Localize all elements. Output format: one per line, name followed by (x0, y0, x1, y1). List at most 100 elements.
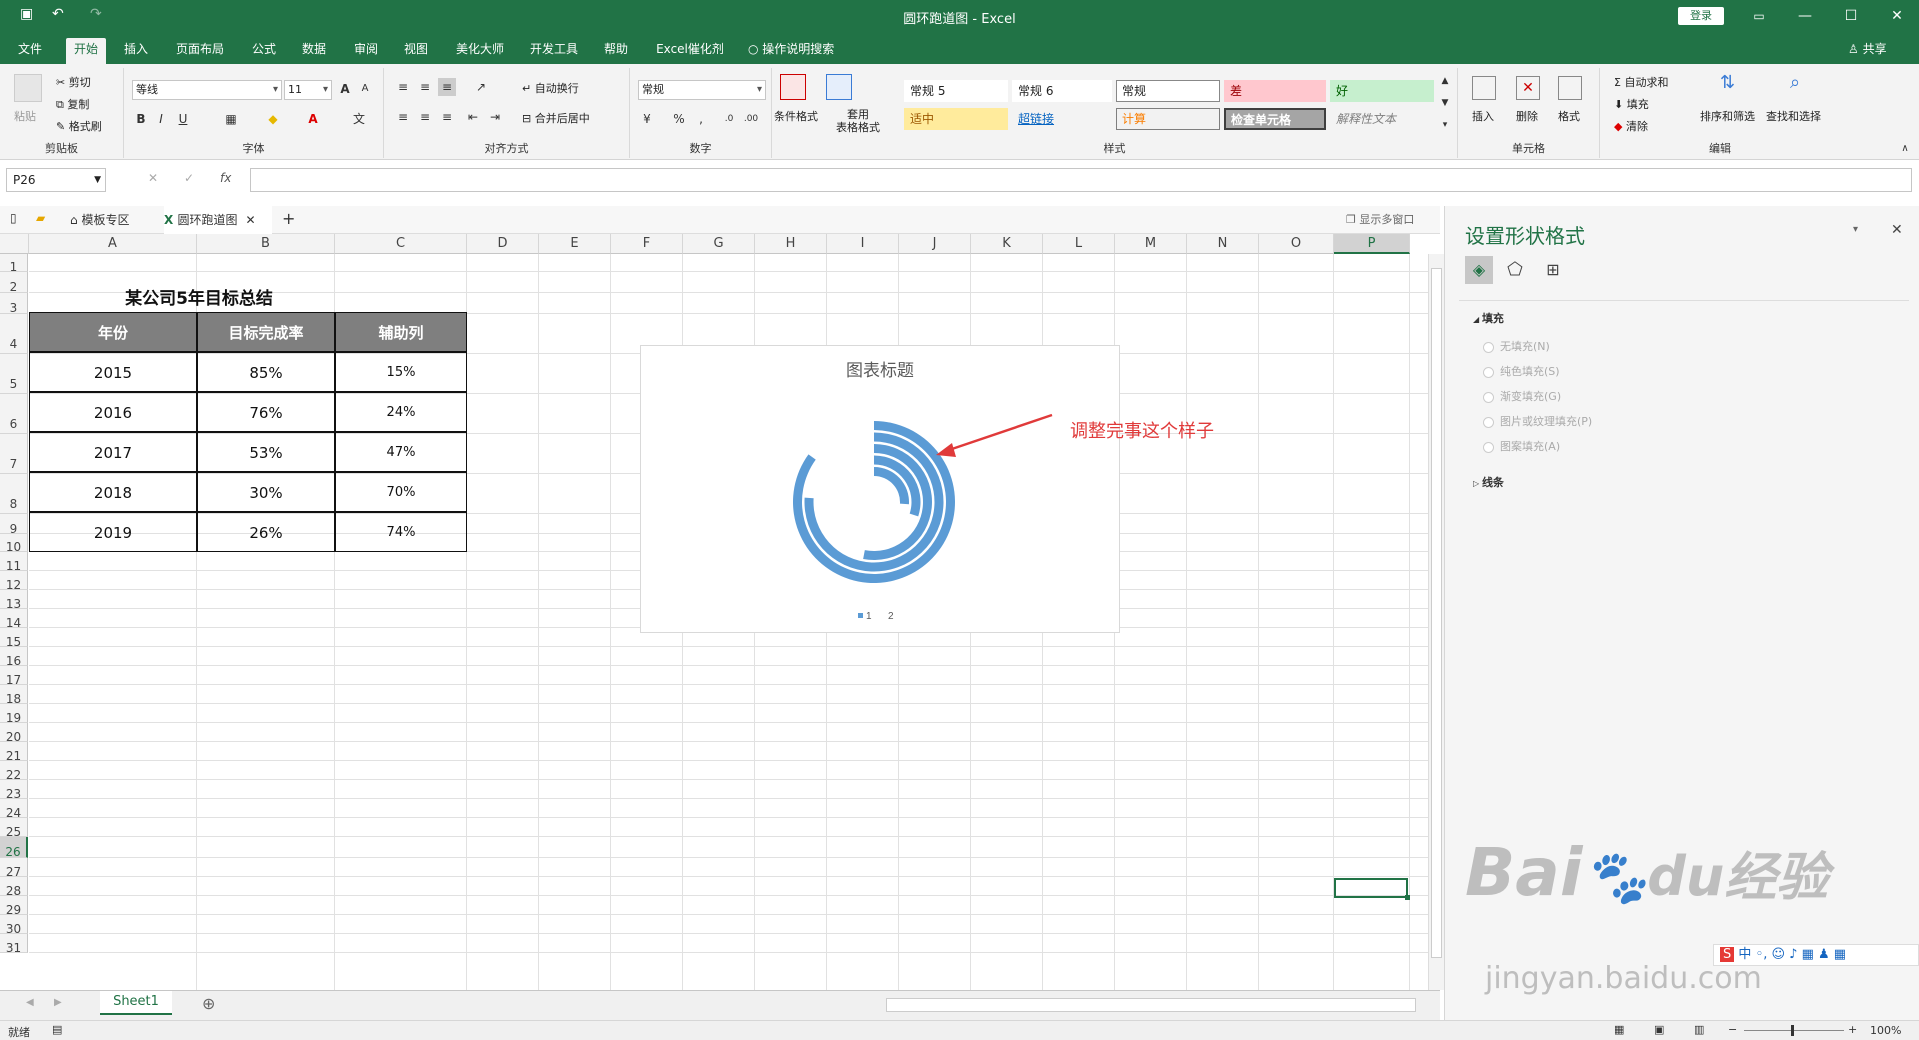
row-header-21[interactable]: 21 (0, 742, 28, 763)
align-center-icon[interactable]: ≡ (416, 108, 434, 126)
minimize-button[interactable]: — (1790, 4, 1820, 28)
scroll-thumb[interactable] (1431, 268, 1442, 958)
row-header-11[interactable]: 11 (0, 552, 28, 573)
table-cell[interactable]: 47% (335, 432, 467, 472)
indent-decrease-icon[interactable]: ⇤ (464, 108, 482, 126)
table-format-button[interactable]: 套用 表格格式 (836, 108, 880, 134)
align-right-icon[interactable]: ≡ (438, 108, 456, 126)
column-header-d[interactable]: D (467, 234, 539, 254)
underline-button[interactable]: U (174, 110, 192, 128)
row-header-22[interactable]: 22 (0, 761, 28, 782)
table-cell[interactable]: 2019 (29, 512, 197, 552)
row-header-18[interactable]: 18 (0, 685, 28, 706)
table-cell[interactable]: 2018 (29, 472, 197, 512)
zoom-slider[interactable] (1744, 1030, 1844, 1031)
column-header-l[interactable]: L (1043, 234, 1115, 254)
style-normal-5[interactable]: 常规 5 (904, 80, 1008, 102)
tab-file[interactable]: 文件 (12, 38, 48, 64)
table-cell[interactable]: 70% (335, 472, 467, 512)
fill-option-pattern[interactable]: 图案填充(A) (1483, 438, 1560, 454)
row-header-31[interactable]: 31 (0, 934, 28, 955)
ring-arc[interactable] (804, 432, 944, 572)
zoom-out-icon[interactable]: − (1728, 1023, 1737, 1036)
style-neutral[interactable]: 适中 (904, 108, 1008, 130)
conditional-format-icon[interactable] (780, 74, 806, 100)
page-break-view-icon[interactable]: ▥ (1694, 1023, 1704, 1036)
normal-view-icon[interactable]: ▦ (1614, 1023, 1624, 1036)
column-header-e[interactable]: E (539, 234, 611, 254)
copy-button[interactable]: ⧉ 复制 (56, 96, 89, 112)
align-left-icon[interactable]: ≡ (394, 108, 412, 126)
select-all-corner[interactable] (0, 234, 29, 254)
tab-home[interactable]: 开始 (66, 38, 106, 64)
column-header-n[interactable]: N (1187, 234, 1259, 254)
find-icon[interactable]: ⌕ (1790, 72, 1800, 93)
doughnut-chart[interactable]: 图表标题 12 (640, 345, 1120, 633)
zoom-in-icon[interactable]: + (1848, 1023, 1857, 1036)
row-header-28[interactable]: 28 (0, 877, 28, 898)
collapse-ribbon-icon[interactable]: ∧ (1896, 140, 1914, 158)
tab-page-layout[interactable]: 页面布局 (170, 38, 230, 64)
clear-button[interactable]: ◆ 清除 (1614, 118, 1648, 134)
row-header-4[interactable]: 4 (0, 314, 28, 354)
insert-icon[interactable] (1472, 76, 1496, 100)
row-header-5[interactable]: 5 (0, 354, 28, 394)
row-header-27[interactable]: 27 (0, 858, 28, 879)
column-header-k[interactable]: K (971, 234, 1043, 254)
fill-line-icon[interactable]: ◈ (1465, 256, 1493, 284)
tab-data[interactable]: 数据 (296, 38, 332, 64)
style-check-cell[interactable]: 检查单元格 (1224, 108, 1326, 130)
horizontal-scrollbar[interactable] (886, 998, 1416, 1012)
close-tab-icon[interactable]: ✕ (245, 213, 255, 227)
autosum-button[interactable]: Σ 自动求和 (1614, 74, 1668, 90)
style-explanatory[interactable]: 解释性文本 (1330, 108, 1434, 130)
row-header-26[interactable]: 26 (0, 837, 28, 859)
fill-option-none[interactable]: 无填充(N) (1483, 338, 1550, 354)
style-good[interactable]: 好 (1330, 80, 1434, 102)
bold-button[interactable]: B (132, 110, 150, 128)
multi-window-button[interactable]: ❐ 显示多窗口 (1346, 211, 1414, 227)
row-header-12[interactable]: 12 (0, 571, 28, 592)
table-cell[interactable]: 26% (197, 512, 335, 552)
line-section[interactable]: ▷ 线条 (1473, 474, 1504, 490)
cut-button[interactable]: ✂ 剪切 (56, 74, 91, 90)
table-title[interactable]: 某公司5年目标总结 (29, 283, 369, 315)
row-header-1[interactable]: 1 (0, 254, 28, 274)
format-painter-button[interactable]: ✎ 格式刷 (56, 118, 102, 134)
row-header-29[interactable]: 29 (0, 896, 28, 917)
doc-tab-template[interactable]: ⌂ 模板专区 (70, 211, 129, 228)
tab-developer[interactable]: 开发工具 (524, 38, 584, 64)
row-header-30[interactable]: 30 (0, 915, 28, 936)
table-cell[interactable]: 2015 (29, 352, 197, 392)
tab-excel-catalyst[interactable]: Excel催化剂 (650, 38, 730, 64)
table-header-cell[interactable]: 年份 (29, 312, 197, 352)
row-header-9[interactable]: 9 (0, 514, 28, 536)
tab-formulas[interactable]: 公式 (246, 38, 282, 64)
zoom-slider-thumb[interactable] (1791, 1025, 1794, 1036)
column-header-i[interactable]: I (827, 234, 899, 254)
currency-icon[interactable]: ¥ (638, 110, 656, 128)
border-icon[interactable]: ▦ (222, 110, 240, 128)
table-cell[interactable]: 76% (197, 392, 335, 432)
doc-tab-workbook[interactable]: X 圆环跑道图 ✕ (164, 206, 272, 234)
ime-toolbar[interactable]: S 中 ◦, ☺ ♪ ▦ ♟ ▦ (1713, 944, 1919, 966)
font-color-icon[interactable]: A (304, 110, 322, 128)
fill-option-picture[interactable]: 图片或纹理填充(P) (1483, 413, 1592, 429)
expand-styles-icon[interactable]: ▾ (1436, 116, 1454, 134)
style-normal[interactable]: 常规 (1116, 80, 1220, 102)
table-cell[interactable]: 53% (197, 432, 335, 472)
tell-me-search[interactable]: ○ 操作说明搜索 (748, 38, 852, 64)
row-header-3[interactable]: 3 (0, 293, 28, 315)
zoom-level[interactable]: 100% (1870, 1024, 1901, 1037)
font-name-select[interactable]: 等线 ▾ (132, 80, 282, 100)
table-cell[interactable]: 30% (197, 472, 335, 512)
row-header-14[interactable]: 14 (0, 609, 28, 630)
restore-button[interactable]: ☐ (1836, 4, 1866, 28)
delete-button[interactable]: 删除 (1516, 108, 1538, 124)
number-format-select[interactable]: 常规 ▾ (638, 80, 766, 100)
row-header-2[interactable]: 2 (0, 272, 28, 294)
fill-handle[interactable] (1405, 895, 1410, 900)
fill-section[interactable]: ◢ 填充 (1473, 310, 1504, 326)
name-box[interactable]: P26 ▼ (6, 168, 106, 192)
align-bottom-icon[interactable]: ≡ (438, 78, 456, 96)
